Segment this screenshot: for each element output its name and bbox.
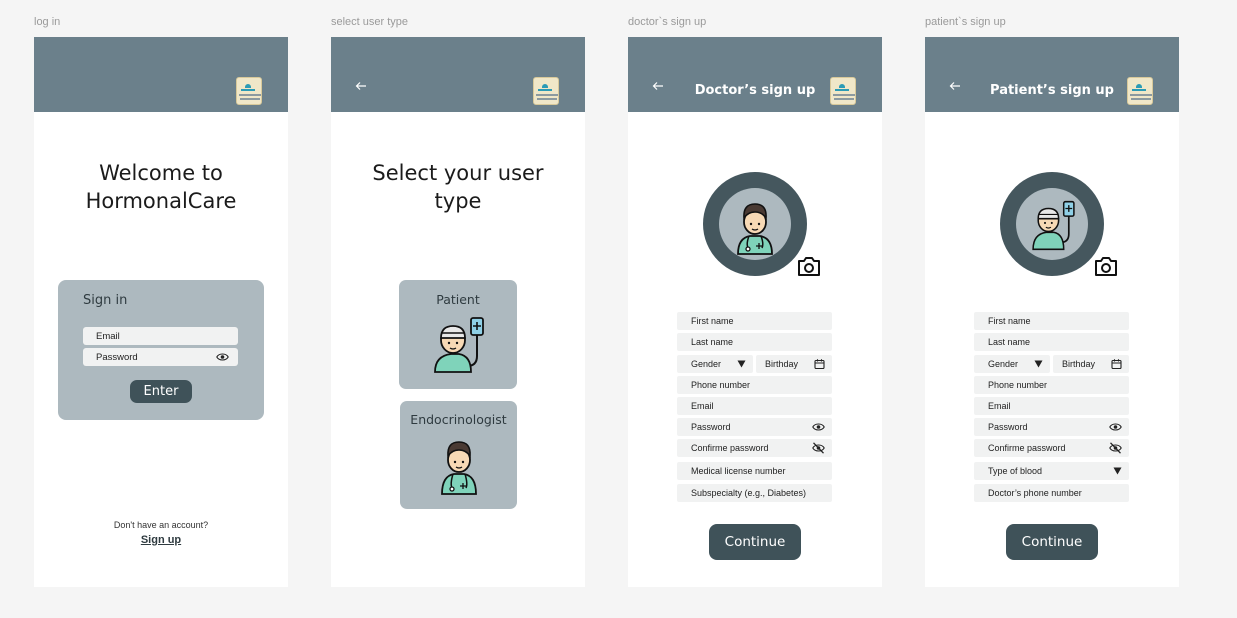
app-logo <box>533 77 559 105</box>
app-logo <box>1127 77 1153 105</box>
welcome-heading-line1: Welcome to <box>99 161 223 185</box>
doctor-phone-field[interactable]: Doctor’s phone number <box>974 484 1129 502</box>
last-name-field[interactable]: Last name <box>677 333 832 351</box>
blood-type-select[interactable]: Type of blood <box>974 462 1129 480</box>
phone-number-field[interactable]: Phone number <box>677 376 832 394</box>
enter-button[interactable]: Enter <box>130 380 192 403</box>
app-header <box>331 37 585 112</box>
eye-icon[interactable] <box>812 422 825 432</box>
app-header: Doctor’s sign up <box>628 37 882 112</box>
patient-avatar-icon <box>429 316 489 378</box>
endocrinologist-option-label: Endocrinologist <box>410 412 507 427</box>
email-placeholder: Email <box>96 330 120 342</box>
phone-number-placeholder: Phone number <box>691 380 751 390</box>
eye-icon[interactable] <box>216 352 229 362</box>
caret-down-icon <box>1034 360 1043 368</box>
patient-option-label: Patient <box>436 292 480 307</box>
caret-down-icon <box>1113 467 1122 475</box>
password-placeholder: Password <box>691 422 731 432</box>
app-logo <box>236 77 262 105</box>
profile-avatar <box>1000 172 1104 276</box>
app-header <box>34 37 288 112</box>
frame-label-doctor-signup: doctor`s sign up <box>628 16 707 28</box>
birthday-placeholder: Birthday <box>765 359 799 369</box>
phone-number-field[interactable]: Phone number <box>974 376 1129 394</box>
last-name-placeholder: Last name <box>988 337 1031 347</box>
login-screen: Welcome to HormonalCare Sign in Email Pa… <box>34 37 288 587</box>
birthday-field[interactable]: Birthday <box>1053 355 1129 373</box>
app-logo <box>830 77 856 105</box>
medical-license-placeholder: Medical license number <box>691 466 786 476</box>
eye-off-icon[interactable] <box>1109 442 1122 454</box>
select-heading-line1: Select your user <box>372 161 544 185</box>
frame-label-patient-signup: patient`s sign up <box>925 16 1006 28</box>
email-field[interactable]: Email <box>677 397 832 415</box>
password-placeholder: Password <box>96 351 138 363</box>
birthday-placeholder: Birthday <box>1062 359 1096 369</box>
signup-prompt: Don't have an account? <box>113 520 209 530</box>
email-field[interactable]: Email <box>974 397 1129 415</box>
confirm-password-field[interactable]: Confirme password <box>677 439 832 457</box>
confirm-password-field[interactable]: Confirme password <box>974 439 1129 457</box>
subspecialty-placeholder: Subspecialty (e.g., Diabetes) <box>691 488 807 498</box>
eye-off-icon[interactable] <box>812 442 825 454</box>
doctor-avatar-icon <box>440 436 478 500</box>
first-name-placeholder: First name <box>988 316 1031 326</box>
signin-card: Sign in Email Password Enter <box>58 280 264 420</box>
phone-number-placeholder: Phone number <box>988 380 1048 390</box>
doctor-avatar-icon <box>719 188 791 260</box>
birthday-field[interactable]: Birthday <box>756 355 832 373</box>
medical-license-field[interactable]: Medical license number <box>677 462 832 480</box>
password-field[interactable]: Password <box>974 418 1129 436</box>
first-name-field[interactable]: First name <box>677 312 832 330</box>
arrow-left-icon[interactable] <box>355 81 367 94</box>
select-user-type-screen: Select your user type Patient Endocrinol… <box>331 37 585 587</box>
welcome-heading-line2: HormonalCare <box>85 189 237 213</box>
patient-avatar-icon <box>1016 188 1088 260</box>
confirm-password-placeholder: Confirme password <box>988 443 1066 453</box>
signup-link[interactable]: Sign up <box>34 534 288 546</box>
gender-select[interactable]: Gender <box>677 355 753 373</box>
doctor-phone-placeholder: Doctor’s phone number <box>988 488 1082 498</box>
last-name-placeholder: Last name <box>691 337 734 347</box>
camera-icon[interactable] <box>1093 255 1119 279</box>
app-header: Patient’s sign up <box>925 37 1179 112</box>
select-heading: Select your user type <box>331 159 585 215</box>
gender-select[interactable]: Gender <box>974 355 1050 373</box>
doctor-signup-screen: Doctor’s sign up First name Last name Ge… <box>628 37 882 587</box>
frame-label-login: log in <box>34 16 61 28</box>
calendar-icon[interactable] <box>814 359 825 370</box>
email-field[interactable]: Email <box>83 327 238 345</box>
blood-type-placeholder: Type of blood <box>988 466 1043 476</box>
email-placeholder: Email <box>691 401 714 411</box>
patient-option-card[interactable]: Patient <box>399 280 517 389</box>
endocrinologist-option-card[interactable]: Endocrinologist <box>400 401 517 509</box>
first-name-field[interactable]: First name <box>974 312 1129 330</box>
welcome-heading: Welcome to HormonalCare <box>34 159 288 215</box>
gender-placeholder: Gender <box>691 359 722 369</box>
first-name-placeholder: First name <box>691 316 734 326</box>
password-placeholder: Password <box>988 422 1028 432</box>
continue-button[interactable]: Continue <box>1006 524 1098 560</box>
email-placeholder: Email <box>988 401 1011 411</box>
frame-label-select-user-type: select user type <box>331 16 409 28</box>
eye-icon[interactable] <box>1109 422 1122 432</box>
patient-signup-screen: Patient’s sign up First name Last name G… <box>925 37 1179 587</box>
password-field[interactable]: Password <box>83 348 238 366</box>
confirm-password-placeholder: Confirme password <box>691 443 769 453</box>
caret-down-icon <box>737 360 746 368</box>
password-field[interactable]: Password <box>677 418 832 436</box>
profile-avatar <box>703 172 807 276</box>
camera-icon[interactable] <box>796 255 822 279</box>
calendar-icon[interactable] <box>1111 359 1122 370</box>
select-heading-line2: type <box>434 189 482 213</box>
signin-title: Sign in <box>83 293 128 308</box>
gender-placeholder: Gender <box>988 359 1019 369</box>
subspecialty-field[interactable]: Subspecialty (e.g., Diabetes) <box>677 484 832 502</box>
last-name-field[interactable]: Last name <box>974 333 1129 351</box>
continue-button[interactable]: Continue <box>709 524 801 560</box>
